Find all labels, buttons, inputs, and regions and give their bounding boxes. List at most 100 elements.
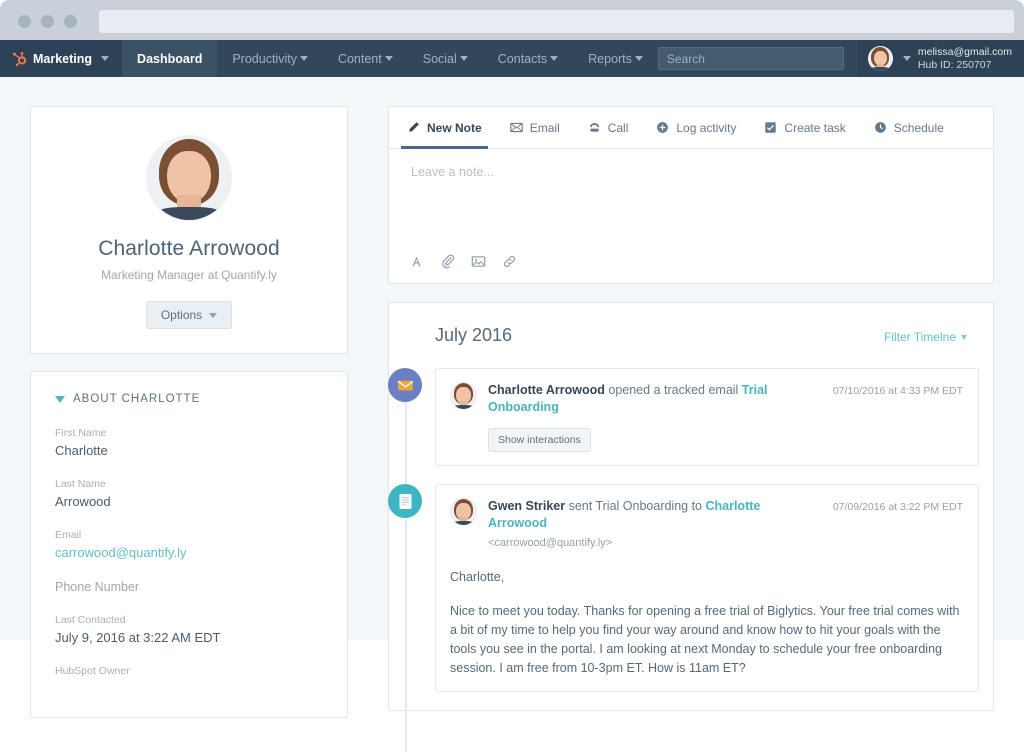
nav-item-contacts[interactable]: Contacts (483, 40, 573, 77)
checkbox-icon (765, 122, 777, 133)
window-traffic-lights (18, 14, 77, 28)
nav-item-reports[interactable]: Reports (573, 40, 658, 77)
nav-item-label: Social (422, 51, 457, 66)
avatar (867, 46, 893, 71)
tab-create-task[interactable]: Create task (750, 107, 859, 148)
avatar (450, 498, 477, 525)
tab-label: New Note (427, 120, 482, 135)
timeline-entry-text: Gwen Striker sent Trial Onboarding to Ch… (488, 498, 822, 552)
link-icon[interactable] (502, 254, 517, 269)
timeline-entry-text: Charlotte Arrowood opened a tracked emai… (488, 382, 822, 416)
timeline-list: Charlotte Arrowood opened a tracked emai… (388, 368, 993, 752)
nav-item-dashboard[interactable]: Dashboard (122, 40, 218, 77)
nav-item-content[interactable]: Content (323, 40, 408, 77)
address-bar[interactable] (99, 9, 1014, 33)
email-open-icon (388, 368, 422, 402)
tab-email[interactable]: Email (496, 107, 574, 148)
note-input[interactable]: Leave a note... (389, 149, 993, 254)
field-value[interactable]: Charlotte (55, 443, 323, 458)
field-first-name: First Name Charlotte (55, 427, 323, 458)
email-body-text: Nice to meet you today. Thanks for openi… (450, 604, 960, 675)
show-interactions-button[interactable]: Show interactions (488, 428, 591, 452)
about-card: ABOUT CHARLOTTE First Name Charlotte Las… (30, 371, 348, 718)
tab-label: Schedule (893, 120, 944, 135)
timeline-recipient-email: <carrowood@quantify.ly> (488, 537, 613, 549)
user-email: melissa@gmail.com (917, 45, 1012, 58)
timeline-actor[interactable]: Gwen Striker (488, 499, 565, 513)
nav-item-productivity[interactable]: Productivity (217, 40, 323, 77)
maximize-window-button[interactable] (64, 14, 77, 28)
search-placeholder: Search (666, 51, 705, 66)
brand-label: Marketing (33, 51, 93, 66)
contact-name: Charlotte Arrowood (98, 237, 280, 260)
contact-avatar (146, 135, 232, 221)
tab-schedule[interactable]: Schedule (860, 107, 958, 148)
user-account-meta: melissa@gmail.com Hub ID: 250707 (918, 46, 1012, 72)
field-last-name: Last Name Arrowood (55, 478, 323, 509)
avatar (450, 382, 477, 409)
font-icon[interactable] (409, 254, 424, 269)
timeline-entry-email-sent: Gwen Striker sent Trial Onboarding to Ch… (388, 484, 979, 692)
nav-item-label: Dashboard (137, 51, 203, 66)
timeline-entry-body: Gwen Striker sent Trial Onboarding to Ch… (435, 484, 979, 692)
chevron-down-icon (209, 312, 218, 318)
show-interactions-label: Show interactions (498, 434, 581, 446)
field-value[interactable]: July 9, 2016 at 3:22 AM EDT (55, 630, 323, 645)
field-hubspot-owner: HubSpot Owner (55, 665, 323, 677)
email-greeting: Charlotte, (450, 570, 505, 584)
composer-tabs: New Note Email Call Log activity Create … (389, 107, 993, 149)
chevron-down-icon (902, 56, 911, 61)
hub-id: Hub ID: 250707 (917, 58, 992, 71)
paperclip-icon[interactable] (440, 254, 455, 269)
image-icon[interactable] (471, 254, 486, 269)
tab-call[interactable]: Call (574, 107, 643, 148)
global-search-input[interactable]: Search (657, 47, 844, 70)
field-last-contacted: Last Contacted July 9, 2016 at 3:22 AM E… (55, 614, 323, 645)
filter-timeline-button[interactable]: Filter Timelne (884, 330, 967, 344)
timeline-email-body: Charlotte, Nice to meet you today. Thank… (450, 568, 963, 678)
minimize-window-button[interactable] (41, 14, 54, 28)
field-label: Email (55, 529, 82, 541)
brand-marketing-menu[interactable]: Marketing (0, 40, 123, 77)
activity-composer: New Note Email Call Log activity Create … (388, 106, 994, 284)
clock-icon (874, 122, 886, 133)
caret-down-icon (55, 395, 65, 403)
timeline-entry-body: Charlotte Arrowood opened a tracked emai… (435, 368, 979, 466)
tab-label: Create task (784, 120, 846, 135)
contact-main: New Note Email Call Log activity Create … (388, 106, 994, 752)
timeline-entry-date: 07/10/2016 at 4:33 PM EDT (832, 385, 963, 397)
field-label: Last Contacted (55, 614, 126, 626)
nav-item-label: Productivity (232, 51, 297, 66)
composer-toolbar (389, 254, 993, 283)
page-body: Charlotte Arrowood Marketing Manager at … (0, 77, 1024, 752)
field-label: Last Name (55, 478, 106, 490)
about-section-toggle[interactable]: ABOUT CHARLOTTE (55, 393, 323, 405)
timeline-entry-date: 07/09/2016 at 3:22 PM EDT (832, 501, 963, 513)
timeline-entry-email-open: Charlotte Arrowood opened a tracked emai… (388, 368, 979, 466)
pencil-icon (409, 122, 419, 132)
field-value-email-link[interactable]: carrowood@quantify.ly (55, 545, 323, 560)
tab-new-note[interactable]: New Note (393, 107, 496, 149)
timeline-header: July 2016 Filter Timelne (389, 325, 993, 346)
close-window-button[interactable] (18, 14, 31, 28)
document-icon (388, 484, 422, 518)
plus-circle-icon (657, 122, 669, 133)
nav-item-label: Reports (588, 51, 632, 66)
chevron-down-icon (384, 56, 393, 61)
chevron-down-icon (459, 56, 468, 61)
timeline-actor[interactable]: Charlotte Arrowood (488, 383, 605, 397)
timeline-card: July 2016 Filter Timelne Charlotte Arrow… (388, 302, 994, 752)
options-button[interactable]: Options (145, 301, 233, 329)
field-phone-number: Phone Number (55, 580, 323, 594)
envelope-icon (509, 122, 523, 133)
hubspot-sprocket-icon (12, 51, 27, 66)
field-value[interactable]: Arrowood (55, 494, 323, 509)
field-label: Phone Number (55, 580, 140, 594)
phone-icon (589, 123, 599, 132)
chevron-down-icon (101, 56, 110, 61)
user-account-menu[interactable]: melissa@gmail.com Hub ID: 250707 (857, 40, 1024, 77)
nav-item-social[interactable]: Social (408, 40, 483, 77)
tab-label: Call (607, 120, 629, 135)
tab-label: Log activity (676, 120, 737, 135)
tab-log-activity[interactable]: Log activity (642, 107, 750, 148)
